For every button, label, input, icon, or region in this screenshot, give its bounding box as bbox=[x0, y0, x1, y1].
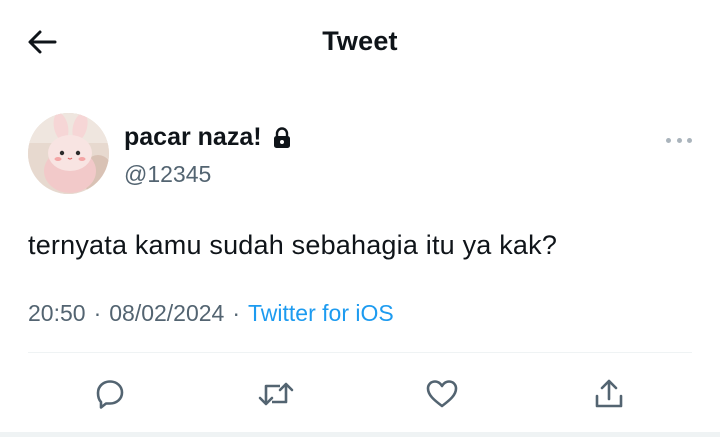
lock-icon bbox=[273, 126, 290, 148]
avatar-image bbox=[28, 113, 109, 194]
tweet-text: ternyata kamu sudah sebahagia itu ya kak… bbox=[28, 230, 558, 260]
avatar[interactable] bbox=[28, 113, 109, 194]
tweet-header: Tweet bbox=[0, 0, 720, 86]
tweet-source-link[interactable]: Twitter for iOS bbox=[248, 300, 394, 327]
heart-icon bbox=[426, 380, 458, 408]
tweet-metadata: 20:50 · 08/02/2024 · Twitter for iOS bbox=[28, 300, 394, 327]
tweet-actions bbox=[0, 370, 720, 420]
tweet-author: pacar naza! @12345 bbox=[28, 113, 692, 197]
separator: · bbox=[93, 300, 102, 326]
retweet-button[interactable] bbox=[256, 374, 296, 414]
like-button[interactable] bbox=[422, 374, 462, 414]
reply-button[interactable] bbox=[90, 374, 130, 414]
display-name-row: pacar naza! bbox=[124, 123, 292, 152]
display-name[interactable]: pacar naza! bbox=[124, 123, 262, 152]
more-horizontal-icon bbox=[676, 137, 682, 143]
divider bbox=[28, 352, 692, 353]
share-icon bbox=[595, 379, 623, 408]
reply-icon bbox=[96, 380, 124, 409]
tweet-time[interactable]: 20:50 bbox=[28, 300, 86, 327]
more-options-button[interactable] bbox=[666, 133, 692, 147]
page-title: Tweet bbox=[322, 26, 398, 56]
more-horizontal-icon bbox=[666, 137, 671, 143]
more-horizontal-icon bbox=[687, 137, 692, 143]
retweet-icon bbox=[258, 382, 294, 406]
bottom-separator bbox=[0, 432, 720, 437]
share-button[interactable] bbox=[589, 374, 629, 414]
user-handle[interactable]: @12345 bbox=[124, 161, 211, 188]
tweet-date[interactable]: 08/02/2024 bbox=[109, 300, 224, 327]
separator: · bbox=[232, 300, 241, 326]
